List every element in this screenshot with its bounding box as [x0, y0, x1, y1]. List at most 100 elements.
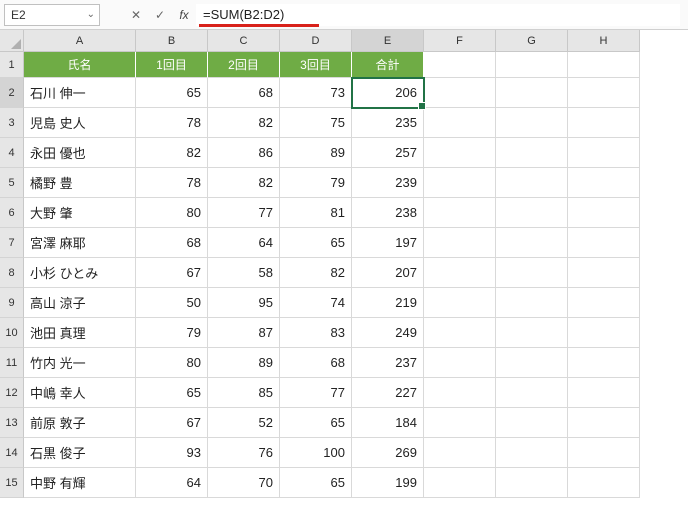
value-cell[interactable]: 89 — [280, 138, 352, 168]
value-cell[interactable]: 85 — [208, 378, 280, 408]
value-cell[interactable]: 77 — [280, 378, 352, 408]
value-cell[interactable]: 65 — [136, 78, 208, 108]
header-cell[interactable] — [568, 52, 640, 78]
value-cell[interactable]: 238 — [352, 198, 424, 228]
empty-cell[interactable] — [568, 288, 640, 318]
row-header-2[interactable]: 2 — [0, 78, 24, 108]
value-cell[interactable]: 87 — [208, 318, 280, 348]
name-cell[interactable]: 中野 有輝 — [24, 468, 136, 498]
column-header-G[interactable]: G — [496, 30, 568, 52]
empty-cell[interactable] — [496, 378, 568, 408]
value-cell[interactable]: 64 — [208, 228, 280, 258]
empty-cell[interactable] — [568, 378, 640, 408]
empty-cell[interactable] — [496, 108, 568, 138]
empty-cell[interactable] — [568, 198, 640, 228]
name-box[interactable]: E2 ⌄ — [4, 4, 100, 26]
empty-cell[interactable] — [496, 348, 568, 378]
value-cell[interactable]: 74 — [280, 288, 352, 318]
column-header-A[interactable]: A — [24, 30, 136, 52]
value-cell[interactable]: 68 — [280, 348, 352, 378]
value-cell[interactable]: 67 — [136, 258, 208, 288]
empty-cell[interactable] — [568, 408, 640, 438]
name-cell[interactable]: 竹内 光一 — [24, 348, 136, 378]
value-cell[interactable]: 199 — [352, 468, 424, 498]
value-cell[interactable]: 77 — [208, 198, 280, 228]
value-cell[interactable]: 52 — [208, 408, 280, 438]
name-cell[interactable]: 宮澤 麻耶 — [24, 228, 136, 258]
select-all-corner[interactable] — [0, 30, 24, 52]
name-cell[interactable]: 池田 真理 — [24, 318, 136, 348]
empty-cell[interactable] — [568, 228, 640, 258]
empty-cell[interactable] — [496, 198, 568, 228]
formula-input[interactable]: =SUM(B2:D2) — [196, 4, 680, 26]
row-header-8[interactable]: 8 — [0, 258, 24, 288]
value-cell[interactable]: 82 — [208, 108, 280, 138]
value-cell[interactable]: 64 — [136, 468, 208, 498]
empty-cell[interactable] — [496, 258, 568, 288]
fx-icon[interactable]: fx — [172, 4, 196, 26]
value-cell[interactable]: 197 — [352, 228, 424, 258]
column-header-D[interactable]: D — [280, 30, 352, 52]
empty-cell[interactable] — [496, 318, 568, 348]
row-header-3[interactable]: 3 — [0, 108, 24, 138]
empty-cell[interactable] — [496, 228, 568, 258]
value-cell[interactable]: 95 — [208, 288, 280, 318]
empty-cell[interactable] — [424, 438, 496, 468]
header-cell[interactable]: 2回目 — [208, 52, 280, 78]
name-cell[interactable]: 石川 伸一 — [24, 78, 136, 108]
empty-cell[interactable] — [568, 258, 640, 288]
value-cell[interactable]: 67 — [136, 408, 208, 438]
column-header-B[interactable]: B — [136, 30, 208, 52]
value-cell[interactable]: 89 — [208, 348, 280, 378]
empty-cell[interactable] — [496, 438, 568, 468]
value-cell[interactable]: 79 — [136, 318, 208, 348]
value-cell[interactable]: 206 — [352, 78, 424, 108]
row-header-11[interactable]: 11 — [0, 348, 24, 378]
value-cell[interactable]: 76 — [208, 438, 280, 468]
header-cell[interactable]: 3回目 — [280, 52, 352, 78]
name-cell[interactable]: 中嶋 幸人 — [24, 378, 136, 408]
value-cell[interactable]: 65 — [280, 408, 352, 438]
value-cell[interactable]: 80 — [136, 348, 208, 378]
value-cell[interactable]: 65 — [280, 468, 352, 498]
value-cell[interactable]: 65 — [136, 378, 208, 408]
empty-cell[interactable] — [424, 288, 496, 318]
empty-cell[interactable] — [568, 168, 640, 198]
empty-cell[interactable] — [424, 228, 496, 258]
value-cell[interactable]: 82 — [136, 138, 208, 168]
column-header-C[interactable]: C — [208, 30, 280, 52]
value-cell[interactable]: 219 — [352, 288, 424, 318]
value-cell[interactable]: 100 — [280, 438, 352, 468]
value-cell[interactable]: 70 — [208, 468, 280, 498]
empty-cell[interactable] — [496, 168, 568, 198]
value-cell[interactable]: 73 — [280, 78, 352, 108]
empty-cell[interactable] — [496, 468, 568, 498]
value-cell[interactable]: 207 — [352, 258, 424, 288]
value-cell[interactable]: 82 — [208, 168, 280, 198]
value-cell[interactable]: 81 — [280, 198, 352, 228]
value-cell[interactable]: 86 — [208, 138, 280, 168]
name-cell[interactable]: 永田 優也 — [24, 138, 136, 168]
name-cell[interactable]: 橘野 豊 — [24, 168, 136, 198]
empty-cell[interactable] — [424, 78, 496, 108]
cancel-icon[interactable]: ✕ — [124, 4, 148, 26]
confirm-icon[interactable]: ✓ — [148, 4, 172, 26]
empty-cell[interactable] — [424, 108, 496, 138]
value-cell[interactable]: 82 — [280, 258, 352, 288]
value-cell[interactable]: 257 — [352, 138, 424, 168]
value-cell[interactable]: 68 — [208, 78, 280, 108]
row-header-14[interactable]: 14 — [0, 438, 24, 468]
row-header-15[interactable]: 15 — [0, 468, 24, 498]
empty-cell[interactable] — [568, 108, 640, 138]
empty-cell[interactable] — [424, 198, 496, 228]
empty-cell[interactable] — [424, 258, 496, 288]
name-cell[interactable]: 小杉 ひとみ — [24, 258, 136, 288]
empty-cell[interactable] — [424, 318, 496, 348]
row-header-6[interactable]: 6 — [0, 198, 24, 228]
value-cell[interactable]: 79 — [280, 168, 352, 198]
empty-cell[interactable] — [424, 378, 496, 408]
value-cell[interactable]: 237 — [352, 348, 424, 378]
value-cell[interactable]: 83 — [280, 318, 352, 348]
value-cell[interactable]: 78 — [136, 168, 208, 198]
row-header-7[interactable]: 7 — [0, 228, 24, 258]
